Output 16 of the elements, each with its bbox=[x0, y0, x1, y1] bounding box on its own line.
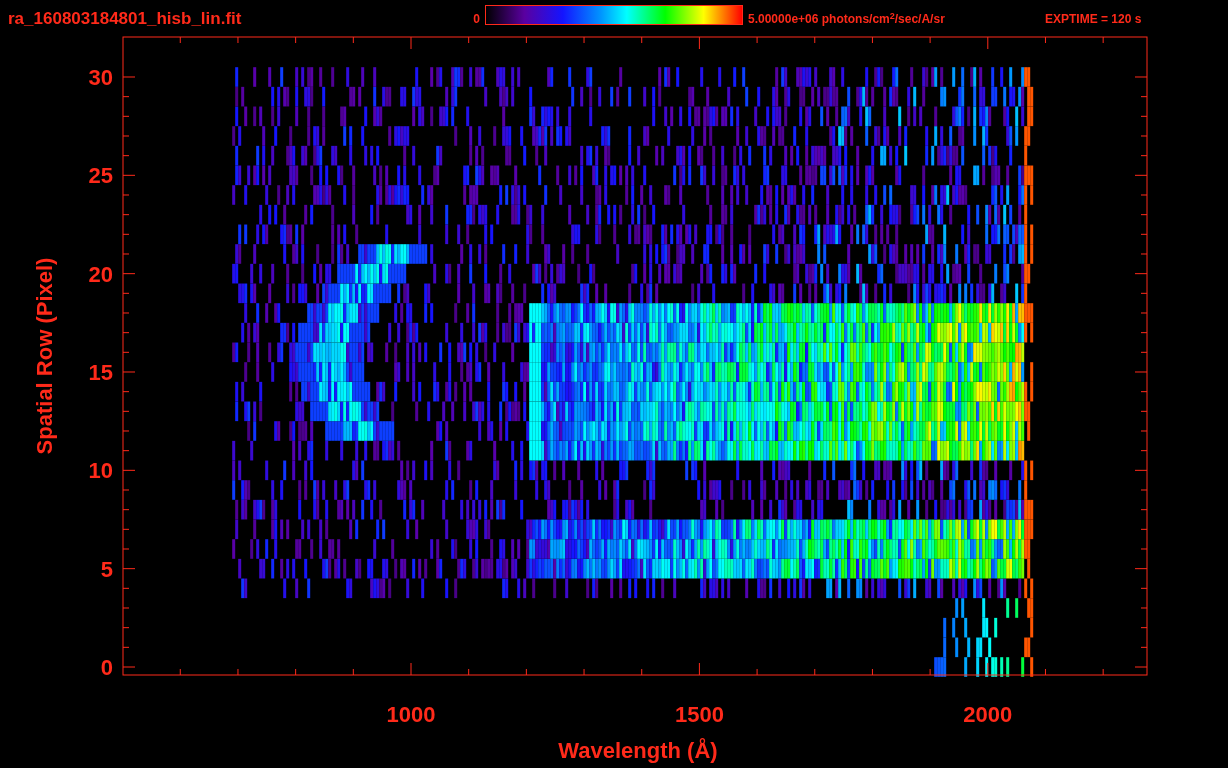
colorbar-max-label: 5.00000e+06 photons/cm$^{2}$/sec/A/sr bbox=[748, 10, 945, 28]
y-tick-label: 30 bbox=[88, 65, 113, 90]
y-tick-label: 10 bbox=[88, 458, 113, 484]
file-title: ra_160803184801_hisb_lin.fit bbox=[8, 8, 242, 30]
y-tick-label: 20 bbox=[88, 261, 113, 287]
y-axis-label: Spatial Row (Pixel) bbox=[32, 257, 57, 455]
exposure-time-label: EXPTIME = 120 s bbox=[1045, 11, 1142, 28]
x-tick-label: 1000 bbox=[386, 702, 436, 727]
x-tick-label: 2000 bbox=[963, 702, 1013, 727]
x-tick-label: 1500 bbox=[674, 702, 724, 727]
y-tick-label: 15 bbox=[88, 360, 113, 385]
y-tick-label: 5 bbox=[100, 556, 113, 582]
x-axis-label: Wavelength (Å) bbox=[558, 738, 718, 763]
y-tick-label: 25 bbox=[88, 163, 113, 189]
colorbar-min-label: 0 bbox=[473, 11, 480, 28]
y-tick-label: 0 bbox=[100, 655, 113, 680]
